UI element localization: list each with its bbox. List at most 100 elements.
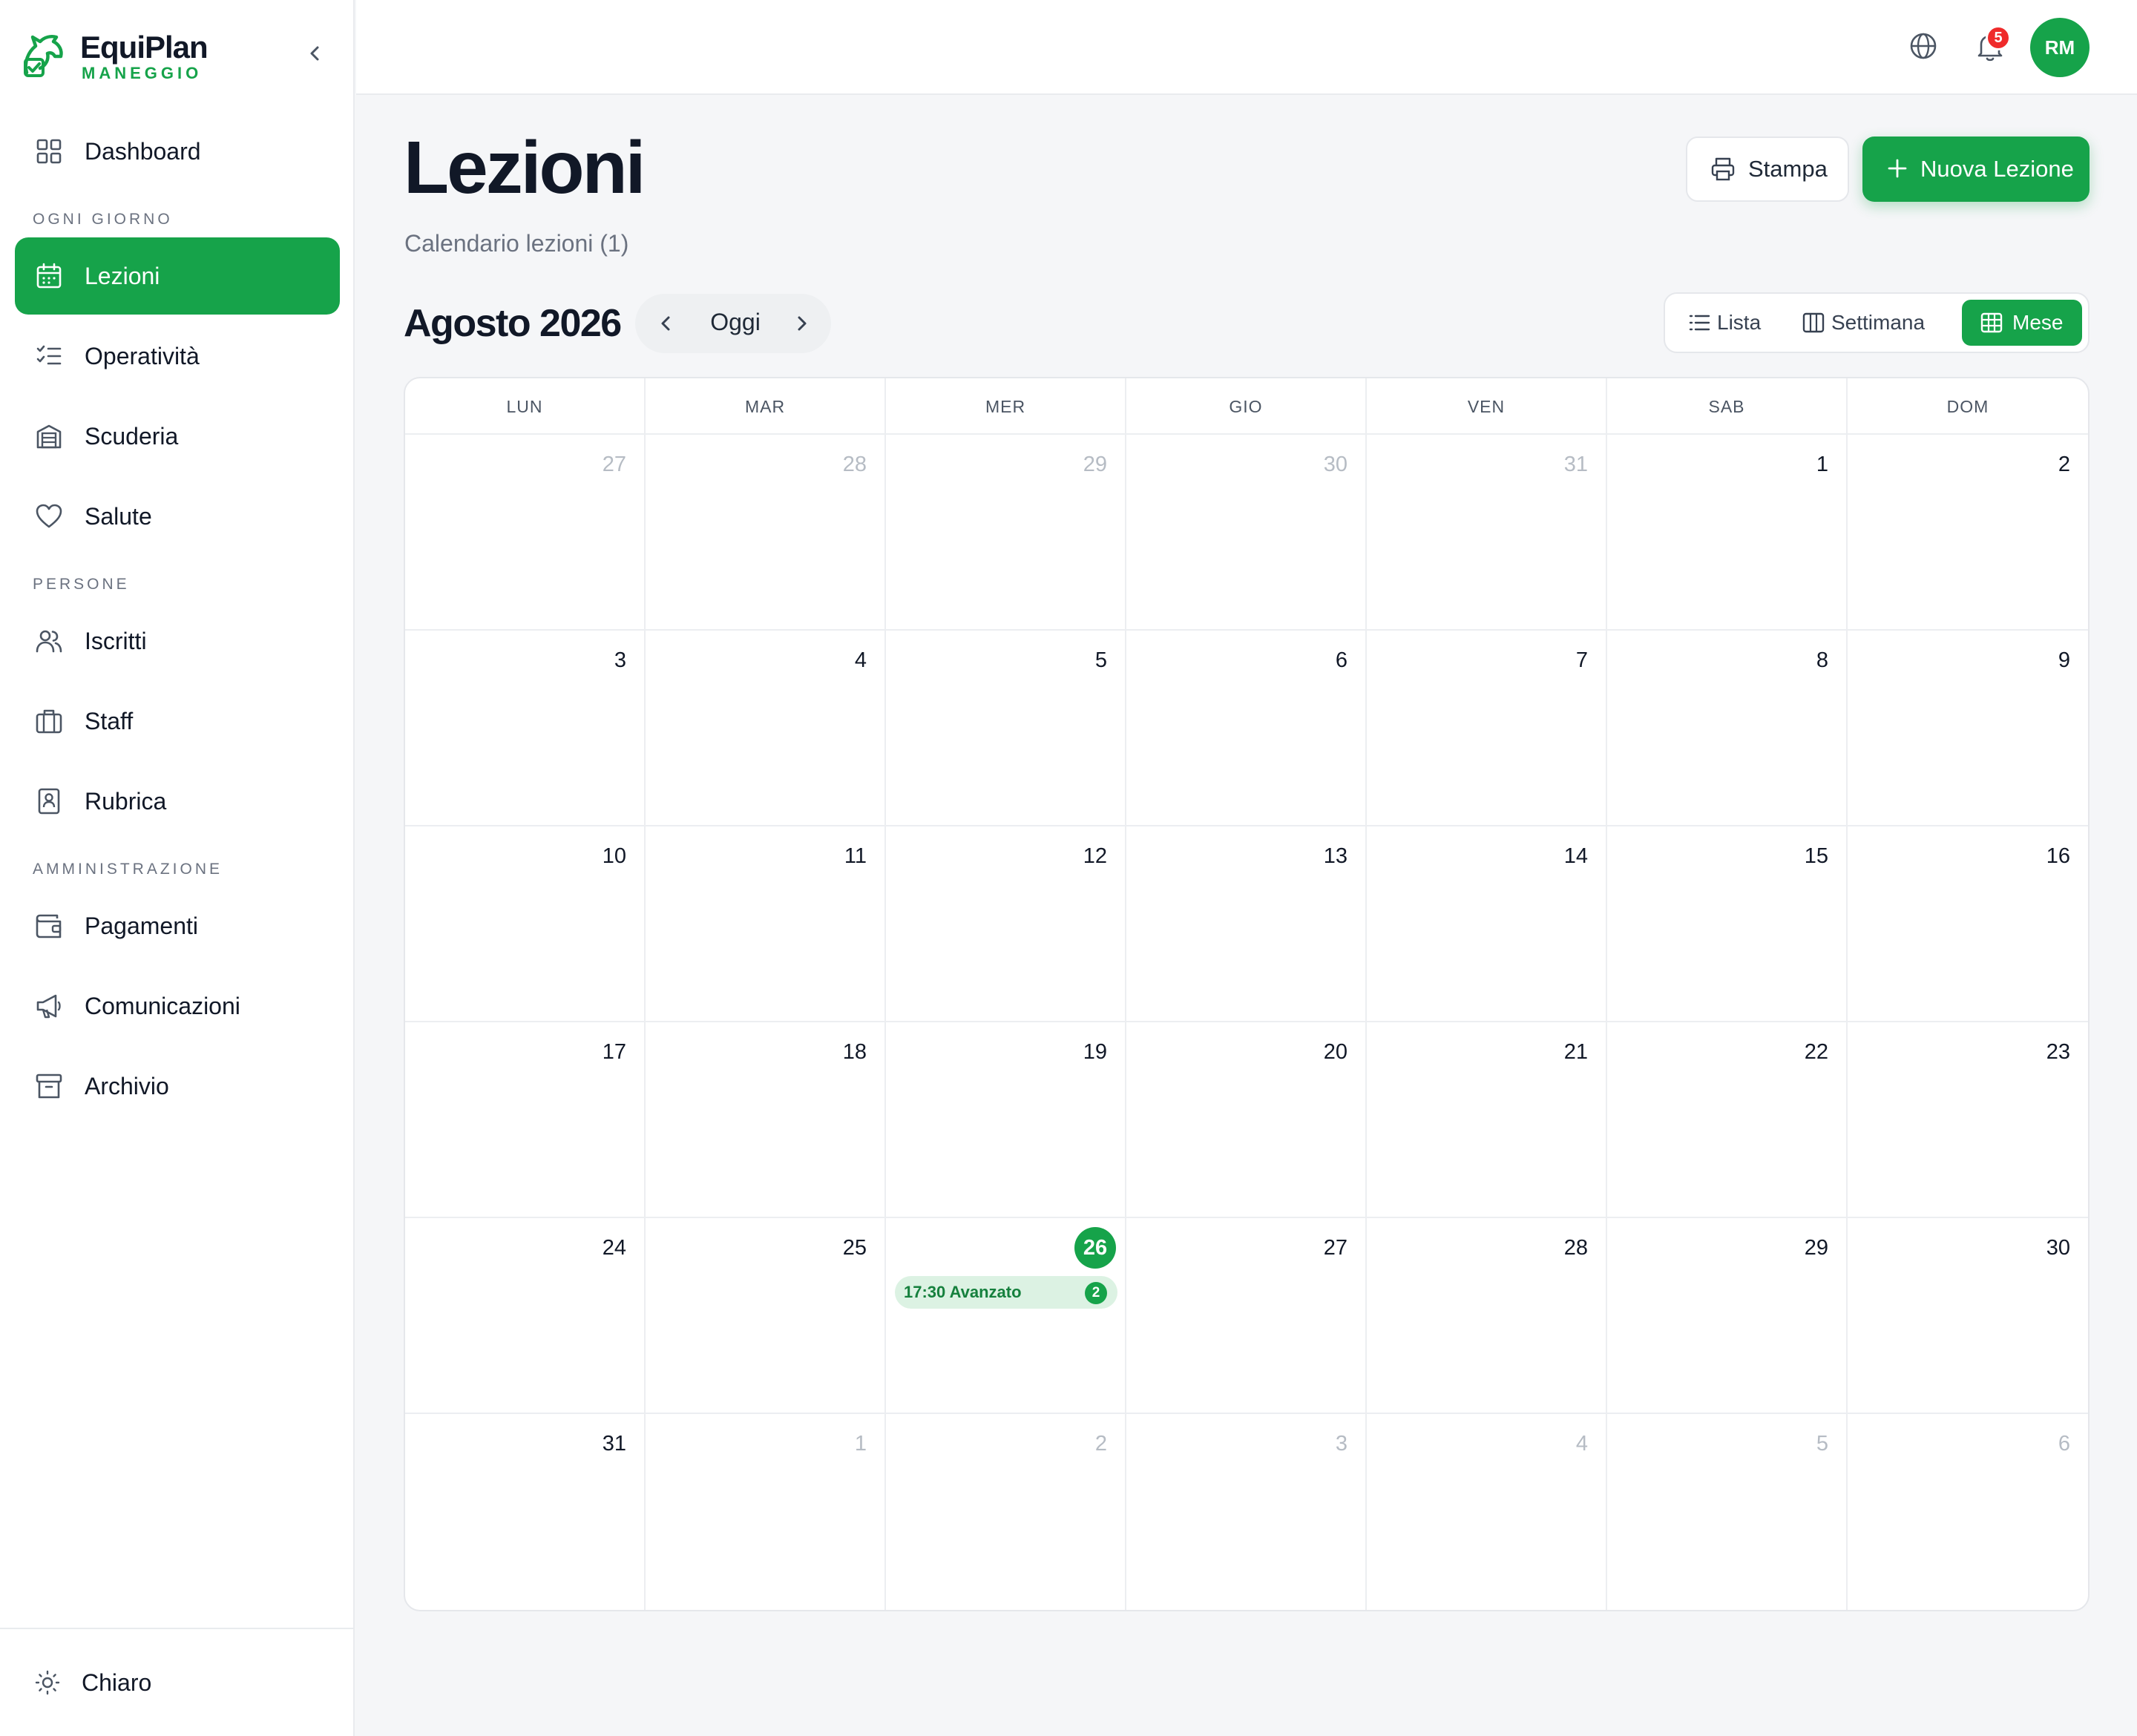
- calendar-day[interactable]: 5: [1607, 1414, 1848, 1610]
- print-label: Stampa: [1748, 156, 1828, 182]
- view-list-label: Lista: [1717, 311, 1762, 334]
- calendar-day[interactable]: 3: [1126, 1414, 1367, 1610]
- weekday-label: GIO: [1126, 378, 1367, 435]
- day-number: 31: [1563, 453, 1588, 476]
- view-week-label: Settimana: [1831, 311, 1926, 334]
- day-number: 2: [1094, 1432, 1107, 1456]
- brand[interactable]: EquiPlan MANEGGIO: [19, 27, 338, 86]
- calendar-day[interactable]: 23: [1848, 1022, 2088, 1218]
- day-number: 14: [1563, 844, 1588, 868]
- lesson-event[interactable]: 17:30 Avanzato 2: [895, 1276, 1117, 1309]
- calendar-day[interactable]: 7: [1367, 631, 1607, 826]
- calendar-day[interactable]: 27: [405, 435, 646, 631]
- calendar-day[interactable]: 31: [1367, 435, 1607, 631]
- chevron-left-icon[interactable]: [651, 309, 681, 338]
- sidebar-item-staff[interactable]: Staff: [15, 683, 340, 760]
- calendar-day[interactable]: 12: [886, 826, 1126, 1022]
- sidebar-item-label: Iscritti: [85, 627, 147, 654]
- day-number: 25: [842, 1236, 867, 1260]
- calendar-day-today[interactable]: 26 17:30 Avanzato 2: [886, 1218, 1126, 1414]
- sidebar-item-comunicazioni[interactable]: Comunicazioni: [15, 967, 340, 1045]
- sidebar-item-scuderia[interactable]: Scuderia: [15, 398, 340, 475]
- day-number: 3: [1335, 1432, 1347, 1456]
- today-button[interactable]: Oggi: [702, 309, 769, 336]
- calendar-day[interactable]: 5: [886, 631, 1126, 826]
- calendar-day[interactable]: 28: [646, 435, 886, 631]
- sidebar-item-rubrica[interactable]: Rubrica: [15, 763, 340, 840]
- calendar-day[interactable]: 20: [1126, 1022, 1367, 1218]
- calendar-day[interactable]: 8: [1607, 631, 1848, 826]
- sidebar-item-operativita[interactable]: Operatività: [15, 318, 340, 395]
- calendar-day[interactable]: 15: [1607, 826, 1848, 1022]
- wallet-icon: [36, 914, 62, 938]
- weekday-label: VEN: [1367, 378, 1607, 435]
- sidebar-item-iscritti[interactable]: Iscritti: [15, 602, 340, 680]
- day-number: 31: [602, 1432, 626, 1456]
- calendar-day[interactable]: 1: [646, 1414, 886, 1610]
- calendar-grid: 27 28 29 30 31 1 2 3 4 5 6 7 8 9 10 11 12 13 14 15 16 17 18 19 2…: [405, 435, 2088, 1610]
- theme-toggle[interactable]: Chiaro: [33, 1665, 181, 1702]
- topbar: 5 RM: [356, 0, 2137, 95]
- calendar-day[interactable]: 25: [646, 1218, 886, 1414]
- view-month-label: Mese: [2012, 311, 2064, 334]
- sidebar-footer: Chiaro: [0, 1628, 355, 1736]
- calendar-day[interactable]: 24: [405, 1218, 646, 1414]
- calendar-day[interactable]: 4: [1367, 1414, 1607, 1610]
- section-label-daily: OGNI GIORNO: [33, 211, 173, 228]
- calendar-day[interactable]: 2: [886, 1414, 1126, 1610]
- calendar-day[interactable]: 6: [1126, 631, 1367, 826]
- day-number: 29: [1804, 1236, 1828, 1260]
- day-number: 1: [1816, 453, 1828, 476]
- page-subtitle: Calendario lezioni (1): [404, 230, 629, 257]
- sidebar-item-label: Operatività: [85, 342, 200, 369]
- calendar-day[interactable]: 6: [1848, 1414, 2088, 1610]
- calendar-day[interactable]: 30: [1126, 435, 1367, 631]
- calendar-day[interactable]: 28: [1367, 1218, 1607, 1414]
- view-month-button[interactable]: Mese: [1962, 300, 2082, 346]
- calendar-day[interactable]: 29: [1607, 1218, 1848, 1414]
- calendar-day[interactable]: 22: [1607, 1022, 1848, 1218]
- day-number: 15: [1804, 844, 1828, 868]
- calendar-day[interactable]: 3: [405, 631, 646, 826]
- calendar-day[interactable]: 10: [405, 826, 646, 1022]
- calendar-day[interactable]: 16: [1848, 826, 2088, 1022]
- view-week-button[interactable]: Settimana: [1797, 300, 1946, 346]
- section-label-admin: AMMINISTRAZIONE: [33, 861, 223, 878]
- calendar-day[interactable]: 29: [886, 435, 1126, 631]
- calendar-day[interactable]: 9: [1848, 631, 2088, 826]
- calendar-day[interactable]: 18: [646, 1022, 886, 1218]
- calendar-day[interactable]: 2: [1848, 435, 2088, 631]
- calendar-day[interactable]: 4: [646, 631, 886, 826]
- calendar-day[interactable]: 27: [1126, 1218, 1367, 1414]
- calendar-day[interactable]: 21: [1367, 1022, 1607, 1218]
- calendar-day[interactable]: 19: [886, 1022, 1126, 1218]
- sidebar-item-salute[interactable]: Salute: [15, 478, 340, 555]
- calendar-day[interactable]: 17: [405, 1022, 646, 1218]
- chevron-right-icon[interactable]: [787, 309, 816, 338]
- new-lesson-button[interactable]: Nuova Lezione: [1862, 137, 2090, 202]
- sidebar-item-lezioni[interactable]: Lezioni: [15, 237, 340, 315]
- print-button[interactable]: Stampa: [1686, 137, 1849, 202]
- sun-icon: [35, 1670, 60, 1695]
- sidebar-item-label: Rubrica: [85, 787, 167, 815]
- day-number: 27: [602, 453, 626, 476]
- collapse-sidebar-icon[interactable]: [301, 39, 330, 68]
- calendar-day[interactable]: 14: [1367, 826, 1607, 1022]
- day-number: 13: [1323, 844, 1347, 868]
- user-avatar[interactable]: RM: [2030, 18, 2090, 77]
- sidebar-item-label: Lezioni: [85, 262, 160, 289]
- view-list-button[interactable]: Lista: [1683, 300, 1779, 346]
- globe-icon[interactable]: [1908, 31, 1938, 61]
- plus-icon: [1888, 159, 1907, 178]
- calendar-day[interactable]: 11: [646, 826, 886, 1022]
- weekday-label: MAR: [646, 378, 886, 435]
- day-number: 6: [2058, 1432, 2070, 1456]
- calendar-day[interactable]: 30: [1848, 1218, 2088, 1414]
- briefcase-icon: [36, 709, 62, 734]
- sidebar-item-pagamenti[interactable]: Pagamenti: [15, 887, 340, 964]
- sidebar-item-archivio[interactable]: Archivio: [15, 1048, 340, 1125]
- calendar-day[interactable]: 1: [1607, 435, 1848, 631]
- calendar-day[interactable]: 13: [1126, 826, 1367, 1022]
- calendar-day[interactable]: 31: [405, 1414, 646, 1610]
- sidebar-item-dashboard[interactable]: Dashboard: [15, 113, 340, 190]
